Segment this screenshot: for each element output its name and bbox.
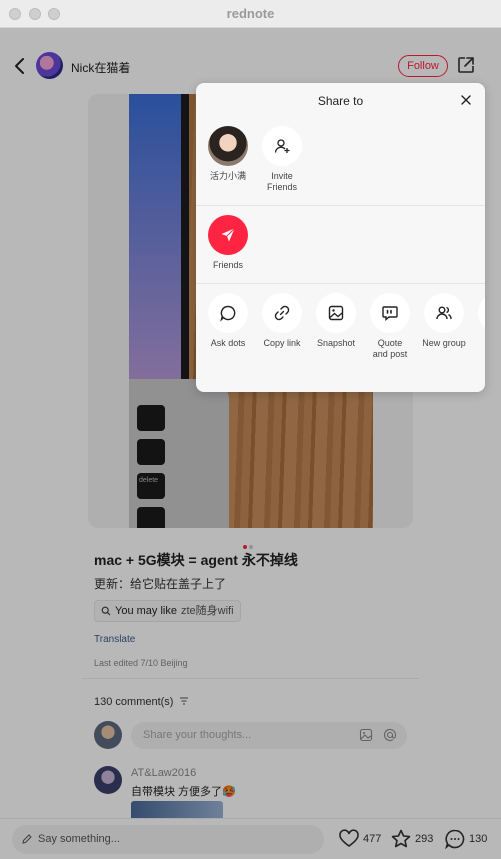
- more-actions-circle: [478, 293, 485, 333]
- ask-dots-circle: [208, 293, 248, 333]
- contact-label: 活力小满: [209, 171, 246, 181]
- snapshot-button[interactable]: Snapshot: [309, 293, 363, 349]
- quote-icon: [382, 306, 398, 321]
- friends-label: Friends: [212, 260, 243, 270]
- invite-friends-label: Invite Friends: [266, 171, 297, 192]
- friends-circle: [208, 215, 248, 255]
- image-icon: [328, 305, 344, 321]
- actions-row: Ask dots Copy link Snapshot Quote and po…: [196, 285, 485, 392]
- new-group-button[interactable]: New group: [417, 293, 471, 349]
- window-titlebar: rednote: [0, 0, 501, 28]
- invite-friends-button[interactable]: Invite Friends: [255, 126, 309, 193]
- snapshot-label: Snapshot: [316, 338, 356, 348]
- ask-dots-button[interactable]: Ask dots: [201, 293, 255, 349]
- window-title: rednote: [226, 6, 275, 21]
- more-actions-partial[interactable]: [471, 293, 485, 333]
- group-icon: [436, 306, 452, 320]
- ask-dots-label: Ask dots: [210, 338, 246, 348]
- friends-button[interactable]: Friends: [201, 215, 255, 271]
- send-icon: [221, 228, 235, 242]
- new-group-circle: [424, 293, 464, 333]
- add-person-icon: [274, 139, 290, 153]
- quote-and-post-label: Quote and post: [372, 338, 408, 359]
- contact-avatar: [208, 126, 248, 166]
- copy-link-circle: [262, 293, 302, 333]
- share-sheet-title: Share to: [317, 94, 364, 108]
- chat-bubble-icon: [220, 305, 236, 322]
- friends-row: Friends: [196, 207, 485, 284]
- invite-circle: [262, 126, 302, 166]
- quote-circle: [370, 293, 410, 333]
- link-icon: [274, 305, 290, 321]
- new-group-label: New group: [422, 338, 466, 348]
- share-sheet: Share to 活力小满 Invite Friends Friends Ask…: [196, 83, 485, 392]
- contacts-row: 活力小满 Invite Friends: [196, 121, 485, 206]
- copy-link-button[interactable]: Copy link: [255, 293, 309, 349]
- copy-link-label: Copy link: [263, 338, 301, 348]
- snapshot-circle: [316, 293, 356, 333]
- quote-and-post-button[interactable]: Quote and post: [363, 293, 417, 360]
- contact-item[interactable]: 活力小满: [201, 126, 255, 182]
- close-icon[interactable]: [460, 94, 472, 106]
